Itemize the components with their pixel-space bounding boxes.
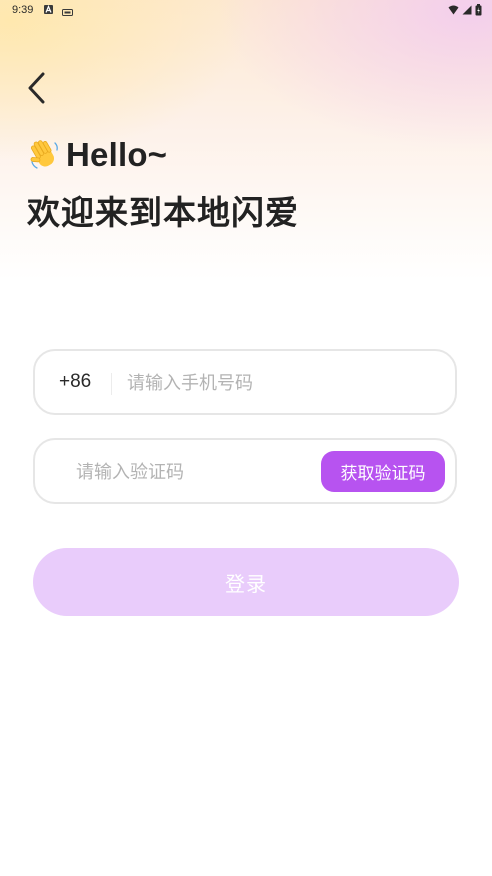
login-button[interactable]: 登录 (33, 548, 459, 616)
get-code-button[interactable]: 获取验证码 (321, 451, 445, 492)
phone-input[interactable] (127, 368, 427, 398)
hello-title: Hello~ (66, 136, 168, 173)
waving-hand-icon (30, 140, 58, 169)
welcome-title: 欢迎来到本地闪爱 (27, 193, 299, 232)
country-code-selector[interactable]: +86 (59, 371, 91, 393)
a-notification-icon (44, 5, 53, 14)
signal-icon (462, 5, 472, 15)
greeting: Hello~ (28, 136, 167, 174)
code-field: 获取验证码 (33, 438, 457, 504)
wifi-icon (448, 5, 459, 15)
chevron-left-icon (28, 72, 45, 104)
status-time: 9:39 (12, 4, 34, 16)
app-notification-icon (62, 6, 73, 16)
field-divider (111, 373, 112, 395)
status-right-icons (448, 4, 482, 16)
back-button[interactable] (20, 68, 54, 108)
verification-code-input[interactable] (76, 457, 306, 487)
battery-icon (475, 4, 482, 16)
phone-field: +86 (33, 349, 457, 415)
status-bar: 9:39 (0, 0, 492, 22)
